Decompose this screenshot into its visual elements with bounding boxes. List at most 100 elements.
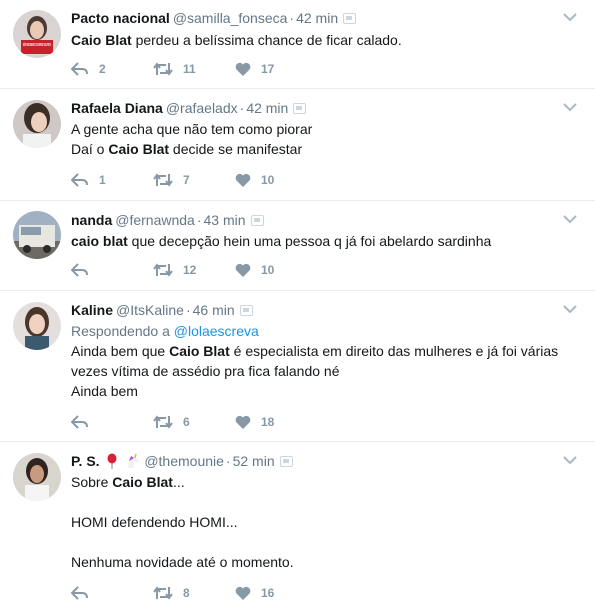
replying-to: Respondendo a @lolaescreva (71, 321, 576, 341)
tweet[interactable]: Rafaela Diana @rafaeladx · 42 min A gente a… (0, 89, 595, 201)
timestamp[interactable]: 42 min (296, 10, 338, 26)
highlighted-term: Caio Blat (108, 141, 170, 157)
heart-icon (235, 415, 251, 429)
retweet-button[interactable]: 11 (153, 59, 196, 79)
tweet-text-line (71, 532, 576, 552)
retweet-button[interactable]: 6 (153, 412, 190, 432)
like-button[interactable]: 17 (235, 59, 274, 79)
timestamp[interactable]: 46 min (193, 302, 235, 318)
text-segment: Ainda bem (71, 383, 138, 399)
device-icon (293, 103, 307, 114)
reply-icon (71, 263, 88, 277)
avatar[interactable] (13, 453, 61, 501)
like-count: 16 (261, 586, 275, 600)
retweet-button[interactable]: 12 (153, 260, 196, 280)
tweet[interactable]: NÃO RECONHECO GOVERNO GOLPISTA Pacto nac… (0, 0, 595, 89)
reply-icon (71, 173, 88, 187)
tweet-text: caio blat que decepção hein uma pessoa q… (71, 231, 576, 251)
unicorn-emoji (128, 453, 140, 468)
chevron-down-icon[interactable] (563, 304, 577, 314)
replying-to-link[interactable]: @lolaescreva (174, 323, 259, 339)
display-name[interactable]: Rafaela Diana (71, 100, 163, 116)
reply-button[interactable]: 2 (71, 59, 106, 79)
text-segment: vezes vítima de assédio pra fica falando… (71, 363, 340, 379)
tweet-text-line: A gente acha que não tem como piorar (71, 119, 576, 139)
retweet-icon (153, 263, 173, 277)
device-icon (279, 456, 293, 467)
text-segment: Sobre (71, 474, 113, 490)
reply-icon (71, 62, 88, 76)
text-segment: ... (172, 474, 185, 490)
retweet-button[interactable]: 7 (153, 170, 190, 190)
text-segment: Ainda bem que (71, 343, 170, 359)
like-count: 17 (261, 62, 275, 76)
username[interactable]: @samilla_fonseca (173, 10, 288, 26)
tweet-text-line: caio blat que decepção hein uma pessoa q… (71, 231, 576, 251)
like-button[interactable]: 18 (235, 412, 274, 432)
tweet[interactable]: P. S. @themounie · 52 min Sobre Caio Blat.… (0, 442, 595, 614)
reply-icon (71, 586, 88, 600)
tweet-header: Rafaela Diana @rafaeladx · 42 min (71, 98, 307, 118)
tweet[interactable]: nanda @fernawnda · 43 min caio blat que dec… (0, 201, 595, 291)
avatar[interactable] (13, 302, 61, 350)
tweet-text: Sobre Caio Blat... HOMI defendendo HOMI..… (71, 472, 576, 572)
reply-count: 1 (99, 173, 106, 187)
text-segment: decide se manifestar (169, 141, 303, 157)
text-segment: perdeu a belíssima chance de ficar calad… (131, 32, 402, 48)
heart-icon (235, 62, 251, 76)
chevron-down-icon[interactable] (563, 102, 577, 112)
avatar[interactable] (13, 211, 61, 259)
retweet-count: 11 (183, 62, 196, 76)
replying-to-label: Respondendo a (71, 323, 174, 339)
chevron-down-icon[interactable] (563, 12, 577, 22)
timestamp[interactable]: 42 min (246, 100, 288, 116)
like-button[interactable]: 10 (235, 260, 274, 280)
username[interactable]: @rafaeladx (166, 100, 238, 116)
chevron-down-icon[interactable] (563, 214, 577, 224)
tweet[interactable]: Kaline @ItsKaline · 46 min Respondendo a @l… (0, 291, 595, 442)
username[interactable]: @fernawnda (115, 212, 195, 228)
username[interactable]: @ItsKaline (116, 302, 184, 318)
avatar[interactable] (13, 100, 61, 148)
tweet-text: A gente acha que não tem como piorar Daí … (71, 119, 576, 159)
device-icon (239, 305, 253, 316)
retweet-button[interactable]: 8 (153, 583, 190, 603)
highlighted-term: caio blat (71, 233, 128, 249)
highlighted-term: Caio Blat (112, 474, 173, 490)
avatar[interactable]: NÃO RECONHECO GOVERNO GOLPISTA (13, 10, 61, 58)
display-name[interactable]: Kaline (71, 302, 113, 318)
tweet-text: Caio Blat perdeu a belíssima chance de f… (71, 30, 576, 50)
highlighted-term: Caio Blat (169, 343, 230, 359)
text-segment: HOMI defendendo HOMI... (71, 514, 238, 530)
display-name[interactable]: nanda (71, 212, 112, 228)
retweet-icon (153, 586, 173, 600)
timestamp[interactable]: 52 min (233, 453, 275, 469)
heart-icon (235, 586, 251, 600)
like-button[interactable]: 16 (235, 583, 274, 603)
heart-icon (235, 263, 251, 277)
balloon-emoji (107, 453, 117, 469)
reply-button[interactable] (71, 260, 99, 280)
reply-button[interactable] (71, 412, 99, 432)
like-count: 18 (261, 415, 275, 429)
tweet-text-line: Caio Blat perdeu a belíssima chance de f… (71, 30, 576, 50)
display-name[interactable]: Pacto nacional (71, 10, 170, 26)
retweet-icon (153, 173, 173, 187)
tweet-text-line: Sobre Caio Blat... (71, 472, 576, 492)
retweet-count: 8 (183, 586, 190, 600)
device-icon (250, 215, 264, 226)
chevron-down-icon[interactable] (563, 455, 577, 465)
tweet-text-line: Ainda bem que Caio Blat é especialista e… (71, 341, 576, 361)
username[interactable]: @themounie (144, 453, 224, 469)
tweet-header: Kaline @ItsKaline · 46 min (71, 300, 253, 320)
separator-dot: · (196, 212, 202, 228)
reply-button[interactable] (71, 583, 99, 603)
separator-dot: · (289, 10, 295, 26)
tweet-text: Ainda bem que Caio Blat é especialista e… (71, 341, 576, 401)
reply-button[interactable]: 1 (71, 170, 106, 190)
display-name[interactable]: P. S. (71, 453, 100, 469)
retweet-count: 7 (183, 173, 190, 187)
timestamp[interactable]: 43 min (204, 212, 246, 228)
text-segment: Nenhuma novidade até o momento. (71, 554, 294, 570)
like-button[interactable]: 10 (235, 170, 274, 190)
